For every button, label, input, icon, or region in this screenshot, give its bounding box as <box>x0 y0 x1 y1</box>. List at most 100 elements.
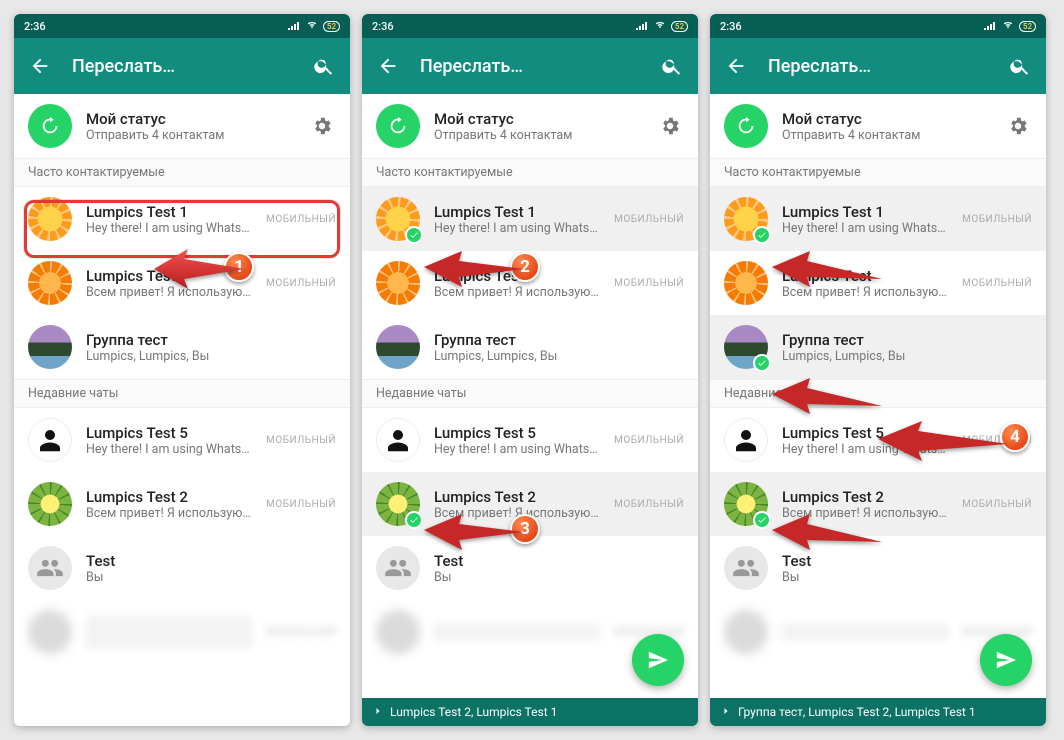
phone-1: 2:36 52 Переслать… Мой статус Отправить … <box>14 14 350 726</box>
contact-row-lt[interactable]: Lumpics TestВсем привет! Я использую Wha… <box>14 251 350 315</box>
search-icon[interactable] <box>658 52 686 80</box>
battery-icon: 52 <box>323 21 340 32</box>
contact-name: Lumpics Test 5 <box>782 424 948 442</box>
tag-mobile: МОБИЛЬНЫЙ <box>266 627 336 638</box>
contact-sub: Hey there! I am using WhatsApp. <box>434 221 600 236</box>
contact-row-lt1[interactable]: Lumpics Test 1Hey there! I am using What… <box>710 187 1046 251</box>
check-icon <box>753 226 771 244</box>
contact-name: Группа тест <box>86 331 336 349</box>
contact-row-test[interactable]: TestВы <box>14 536 350 600</box>
avatar-test <box>376 546 420 590</box>
wifi-icon <box>305 20 319 33</box>
avatar-group <box>376 325 420 369</box>
gear-icon[interactable] <box>308 112 336 140</box>
avatar-lt5 <box>28 418 72 462</box>
contact-row-test[interactable]: TestВы <box>362 536 698 600</box>
status-time: 2:36 <box>24 20 46 33</box>
my-status-row[interactable]: Мой статусОтправить 4 контактам <box>710 94 1046 158</box>
my-status-row[interactable]: Мой статус Отправить 4 контактам <box>14 94 350 158</box>
wifi-icon <box>1001 20 1015 33</box>
back-icon[interactable] <box>722 52 750 80</box>
tag-mobile: МОБИЛЬНЫЙ <box>614 214 684 225</box>
avatar-blur <box>28 610 72 654</box>
back-icon[interactable] <box>26 52 54 80</box>
section-recent: Недавние чаты <box>362 379 698 408</box>
send-fab[interactable] <box>632 634 684 686</box>
section-frequent: Часто контактируемые <box>362 158 698 187</box>
tag-mobile: МОБИЛЬНЫЙ <box>962 214 1032 225</box>
contact-row-lt2[interactable]: Lumpics Test 2Всем привет! Я использую W… <box>362 472 698 536</box>
status-sub: Отправить 4 контактам <box>86 128 294 143</box>
contact-row-group[interactable]: Группа тестLumpics, Lumpics, Вы <box>710 315 1046 379</box>
contact-row-lt2[interactable]: Lumpics Test 2Всем привет! Я использую W… <box>710 472 1046 536</box>
avatar-lt <box>724 261 768 305</box>
status-time: 2:36 <box>720 20 742 33</box>
my-status-row[interactable]: Мой статусОтправить 4 контактам <box>362 94 698 158</box>
contact-sub: Hey there! I am using WhatsApp. <box>782 442 948 457</box>
contact-sub: Вы <box>434 570 684 585</box>
contact-row-lt1[interactable]: Lumpics Test 1Hey there! I am using What… <box>362 187 698 251</box>
content: Мой статусОтправить 4 контактам Часто ко… <box>710 94 1046 726</box>
contact-row-lt[interactable]: Lumpics TestВсем привет! Я использую Wha… <box>362 251 698 315</box>
search-icon[interactable] <box>1006 52 1034 80</box>
contact-row-group[interactable]: Группа тестLumpics, Lumpics, Вы <box>362 315 698 379</box>
contact-row-lt5[interactable]: Lumpics Test 5Hey there! I am using What… <box>710 408 1046 472</box>
contact-sub: Вы <box>782 570 1032 585</box>
avatar-lt2 <box>376 482 420 526</box>
status-title: Мой статус <box>782 110 990 128</box>
avatar-group <box>28 325 72 369</box>
contact-name: Группа тест <box>434 331 684 349</box>
contact-name: Lumpics Test 1 <box>434 203 600 221</box>
status-bar: 2:36 52 <box>14 14 350 38</box>
gear-icon[interactable] <box>656 112 684 140</box>
contact-name: XXXXX XXX <box>86 616 252 634</box>
battery-icon: 52 <box>1019 21 1036 32</box>
send-fab[interactable] <box>980 634 1032 686</box>
contact-sub: Всем привет! Я использую WhatsApp. <box>434 285 600 300</box>
avatar-test <box>724 546 768 590</box>
contact-name: Lumpics Test 5 <box>86 424 252 442</box>
search-icon[interactable] <box>310 52 338 80</box>
contact-row-group[interactable]: Группа тестLumpics, Lumpics, Вы <box>14 315 350 379</box>
tag-mobile: МОБИЛЬНЫЙ <box>962 499 1032 510</box>
contact-sub: Lumpics, Lumpics, Вы <box>86 349 336 364</box>
status-title: Мой статус <box>434 110 642 128</box>
contact-row-blur[interactable]: XXXXX XXX МОБИЛЬНЫЙ <box>14 600 350 664</box>
contact-row-lt[interactable]: Lumpics TestВсем привет! Я использую Wha… <box>710 251 1046 315</box>
contact-row-lt2[interactable]: Lumpics Test 2Всем привет! Я использую W… <box>14 472 350 536</box>
contact-sub: Вы <box>86 570 336 585</box>
contact-name: Lumpics Test 2 <box>434 488 600 506</box>
section-frequent: Часто контактируемые <box>14 158 350 187</box>
contact-name: Lumpics Test <box>434 267 600 285</box>
selected-bar: Lumpics Test 2, Lumpics Test 1 <box>362 698 698 726</box>
back-icon[interactable] <box>374 52 402 80</box>
appbar-title: Переслать… <box>768 56 988 77</box>
contact-name: Test <box>86 552 336 570</box>
status-right: 52 <box>287 20 340 33</box>
content: Мой статус Отправить 4 контактам Часто к… <box>14 94 350 726</box>
avatar-lt1 <box>376 197 420 241</box>
contact-row-test[interactable]: TestВы <box>710 536 1046 600</box>
tag-mobile: МОБИЛЬНЫЙ <box>962 278 1032 289</box>
appbar-title: Переслать… <box>420 56 640 77</box>
contact-sub: Hey there! I am using WhatsApp. <box>434 442 600 457</box>
tag-mobile: МОБИЛЬНЫЙ <box>266 499 336 510</box>
phone-2: 2:36 52 Переслать… Мой статусОтправить 4… <box>362 14 698 726</box>
contact-name: Lumpics Test <box>782 267 948 285</box>
status-right: 52 <box>983 20 1036 33</box>
contact-sub: Всем привет! Я использую WhatsApp. <box>782 285 948 300</box>
contact-sub: Lumpics, Lumpics, Вы <box>434 349 684 364</box>
tag-mobile: МОБИЛЬНЫЙ <box>614 499 684 510</box>
gear-icon[interactable] <box>1004 112 1032 140</box>
contact-row-lt5[interactable]: Lumpics Test 5Hey there! I am using What… <box>14 408 350 472</box>
status-avatar-icon <box>28 104 72 148</box>
contact-row-lt1[interactable]: Lumpics Test 1Hey there! I am using What… <box>14 187 350 251</box>
appbar-title: Переслать… <box>72 56 292 77</box>
contact-row-lt5[interactable]: Lumpics Test 5Hey there! I am using What… <box>362 408 698 472</box>
avatar-lt1 <box>724 197 768 241</box>
avatar-lt5 <box>376 418 420 462</box>
contact-sub: Всем привет! Я использую WhatsApp. <box>86 506 252 521</box>
app-bar: Переслать… <box>710 38 1046 94</box>
avatar-group <box>724 325 768 369</box>
contact-sub: Всем привет! Я использую WhatsApp. <box>86 285 252 300</box>
